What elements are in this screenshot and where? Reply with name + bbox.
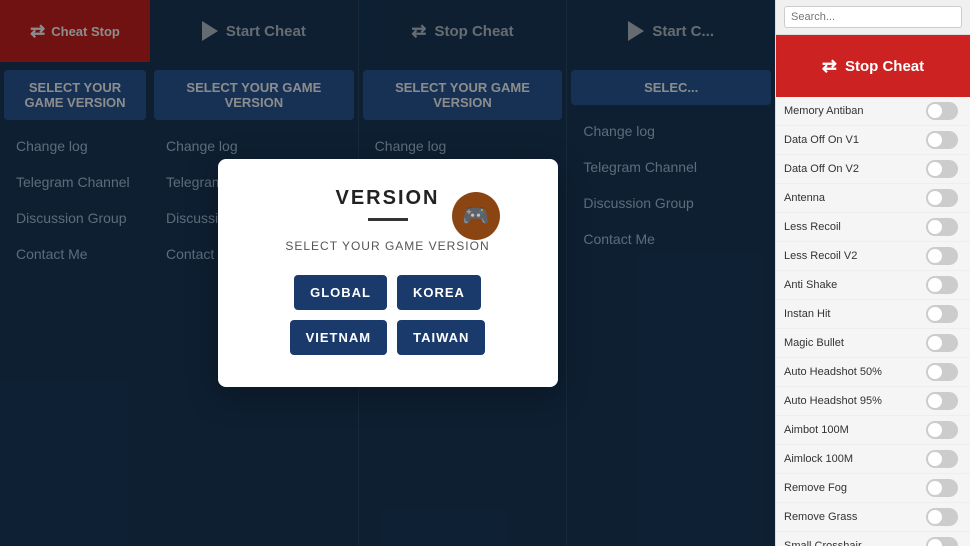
cheat-option-row: Less Recoil [776,213,970,242]
cheat-option-row: Magic Bullet [776,329,970,358]
cheat-option-row: Less Recoil V2 [776,242,970,271]
stop-cheat-sidebar-button[interactable]: ⇄ Stop Cheat [776,35,970,97]
cheat-toggle-button[interactable] [926,276,958,294]
cheat-toggle-button[interactable] [926,479,958,497]
sidebar-search-input[interactable] [784,6,962,28]
cheat-option-row: Aimlock 100M [776,445,970,474]
cheat-option-label: Anti Shake [784,279,837,291]
cheat-option-label: Small Crosshair [784,540,862,546]
cheat-option-label: Less Recoil [784,221,841,233]
logo-icon: 🎮 [452,192,500,240]
cheat-toggle-button[interactable] [926,218,958,236]
version-vietnam-button[interactable]: VIETNAM [290,320,388,355]
cheat-option-label: Aimlock 100M [784,453,853,465]
cheat-toggle-button[interactable] [926,537,958,546]
cheat-option-row: Remove Grass [776,503,970,532]
swap-icon-sidebar: ⇄ [822,56,837,77]
version-modal: VERSION SELECT YOUR GAME VERSION GLOBAL … [218,159,558,387]
cheat-option-row: Anti Shake [776,271,970,300]
cheat-option-label: Aimbot 100M [784,424,849,436]
cheat-toggle-button[interactable] [926,508,958,526]
cheat-option-row: Small Crosshair [776,532,970,546]
cheat-toggle-button[interactable] [926,247,958,265]
cheat-option-label: Auto Headshot 50% [784,366,882,378]
version-buttons-container: GLOBAL KOREA VIETNAM TAIWAN [242,275,534,355]
cheat-option-row: Data Off On V2 [776,155,970,184]
cheat-toggle-button[interactable] [926,421,958,439]
cheat-option-label: Data Off On V2 [784,163,859,175]
version-taiwan-button[interactable]: TAIWAN [397,320,485,355]
cheat-option-label: Magic Bullet [784,337,844,349]
cheat-option-label: Data Off On V1 [784,134,859,146]
cheat-option-label: Auto Headshot 95% [784,395,882,407]
cheat-toggle-button[interactable] [926,450,958,468]
cheat-toggle-button[interactable] [926,363,958,381]
cheat-toggle-button[interactable] [926,160,958,178]
cheat-option-row: Aimbot 100M [776,416,970,445]
cheat-option-row: Antenna [776,184,970,213]
cheat-toggle-button[interactable] [926,131,958,149]
modal-divider [368,218,408,221]
version-korea-button[interactable]: KOREA [397,275,481,310]
modal-subtitle: SELECT YOUR GAME VERSION [242,239,534,253]
cheat-toggle-button[interactable] [926,189,958,207]
cheat-option-label: Instan Hit [784,308,830,320]
cheat-toggle-button[interactable] [926,392,958,410]
cheat-option-label: Antenna [784,192,825,204]
cheat-toggle-button[interactable] [926,305,958,323]
cheat-toggle-button[interactable] [926,334,958,352]
cheat-option-row: Data Off On V1 [776,126,970,155]
cheat-option-row: Auto Headshot 95% [776,387,970,416]
cheat-option-row: Memory Antiban [776,97,970,126]
cheat-option-label: Remove Fog [784,482,847,494]
cheat-options-list: Memory Antiban Data Off On V1 Data Off On … [776,97,970,546]
version-global-button[interactable]: GLOBAL [294,275,387,310]
cheat-option-row: Instan Hit [776,300,970,329]
cheat-option-row: Remove Fog [776,474,970,503]
modal-overlay: 🎮 VERSION SELECT YOUR GAME VERSION GLOBA… [0,0,775,546]
right-sidebar: ⇄ Stop Cheat Memory Antiban Data Off On V… [775,0,970,546]
cheat-option-label: Less Recoil V2 [784,250,857,262]
cheat-toggle-button[interactable] [926,102,958,120]
cheat-option-label: Remove Grass [784,511,857,523]
stop-cheat-sidebar-label: Stop Cheat [845,58,924,75]
cheat-option-label: Memory Antiban [784,105,863,117]
cheat-option-row: Auto Headshot 50% [776,358,970,387]
